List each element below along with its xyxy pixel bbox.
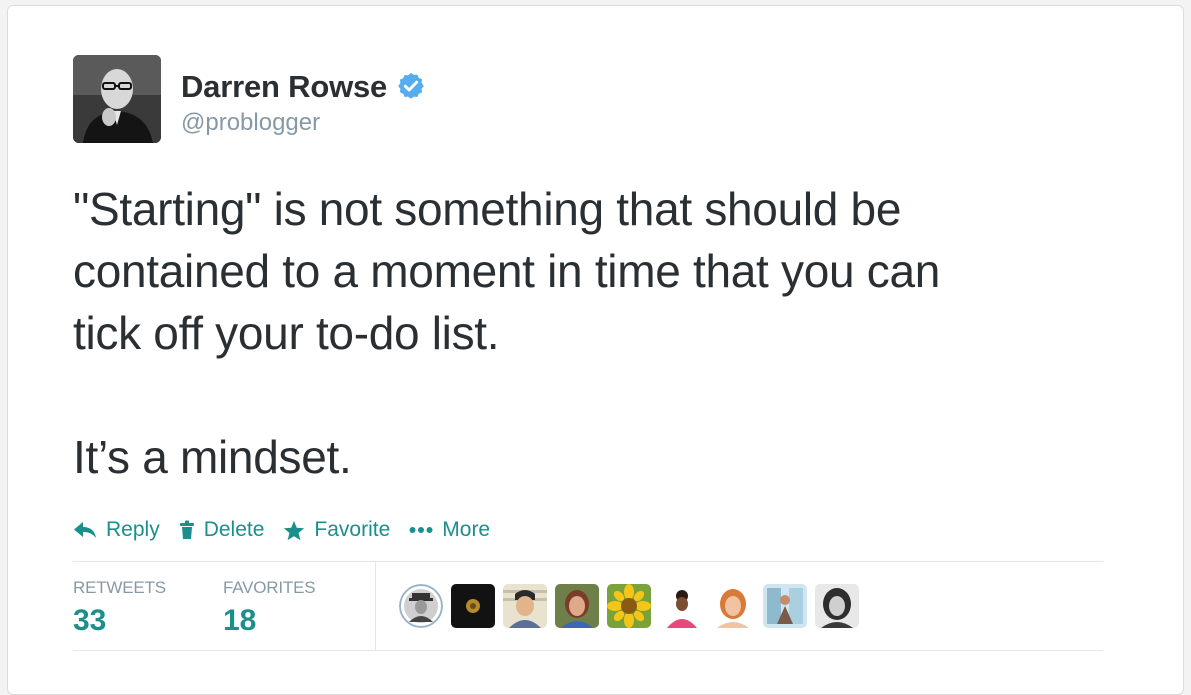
favorite-label: Favorite bbox=[314, 518, 391, 541]
author-handle[interactable]: @problogger bbox=[181, 109, 426, 137]
favoriter-avatar-image bbox=[763, 584, 807, 628]
tweet-text: "Starting" is not something that should … bbox=[73, 178, 1123, 488]
more-button[interactable]: More bbox=[409, 518, 490, 542]
tweet-text-line: tick off your to-do list. bbox=[73, 307, 500, 359]
author-avatar-image bbox=[73, 55, 161, 143]
favorites-count: 18 bbox=[223, 604, 257, 637]
star-icon bbox=[284, 520, 305, 540]
favoriter-avatar-image bbox=[451, 584, 495, 628]
tweet-text-line: "Starting" is not something that should … bbox=[73, 183, 902, 235]
delete-label: Delete bbox=[203, 518, 265, 541]
stats-divider bbox=[375, 562, 376, 650]
favoriter-avatars bbox=[399, 584, 859, 628]
author-avatar[interactable] bbox=[73, 55, 161, 143]
favoriter-avatar[interactable] bbox=[659, 584, 703, 628]
tweet-stats: RETWEETS 33 FAVORITES 18 bbox=[73, 561, 1103, 651]
retweets-count: 33 bbox=[73, 604, 107, 637]
favoriter-avatar[interactable] bbox=[451, 584, 495, 628]
favoriter-avatar-image bbox=[555, 584, 599, 628]
reply-button[interactable]: Reply bbox=[73, 518, 160, 542]
favoriter-avatar-image bbox=[607, 584, 651, 628]
retweets-label: RETWEETS bbox=[73, 578, 166, 597]
favorite-button[interactable]: Favorite bbox=[283, 518, 390, 542]
trash-icon bbox=[179, 520, 194, 539]
ellipsis-icon bbox=[409, 527, 433, 533]
author-display-name[interactable]: Darren Rowse bbox=[181, 69, 387, 105]
favoriter-avatar[interactable] bbox=[763, 584, 807, 628]
tweet-actions: Reply Delete Favorite More bbox=[73, 513, 509, 547]
author-name-block: Darren Rowse @problogger bbox=[181, 69, 426, 137]
favoriter-avatar-image bbox=[659, 584, 703, 628]
favoriter-avatar-image bbox=[399, 584, 443, 628]
reply-label: Reply bbox=[106, 518, 160, 541]
favoriter-avatar[interactable] bbox=[607, 584, 651, 628]
favoriter-avatar[interactable] bbox=[503, 584, 547, 628]
favoriter-avatar[interactable] bbox=[711, 584, 755, 628]
favoriter-avatar-image bbox=[711, 584, 755, 628]
tweet-text-line: It’s a mindset. bbox=[73, 431, 352, 483]
favoriter-avatar[interactable] bbox=[555, 584, 599, 628]
favorites-label: FAVORITES bbox=[223, 578, 316, 597]
delete-button[interactable]: Delete bbox=[179, 518, 265, 542]
verified-badge-icon bbox=[397, 72, 424, 99]
favoriter-avatar[interactable] bbox=[815, 584, 859, 628]
favoriter-avatar[interactable] bbox=[399, 584, 443, 628]
favoriter-avatar-image bbox=[815, 584, 859, 628]
favorites-stat[interactable]: FAVORITES 18 bbox=[223, 578, 316, 638]
more-label: More bbox=[442, 518, 491, 541]
reply-arrow-icon bbox=[74, 522, 96, 538]
tweet-text-line: contained to a moment in time that you c… bbox=[73, 245, 941, 297]
retweets-stat[interactable]: RETWEETS 33 bbox=[73, 578, 166, 638]
favoriter-avatar-image bbox=[503, 584, 547, 628]
